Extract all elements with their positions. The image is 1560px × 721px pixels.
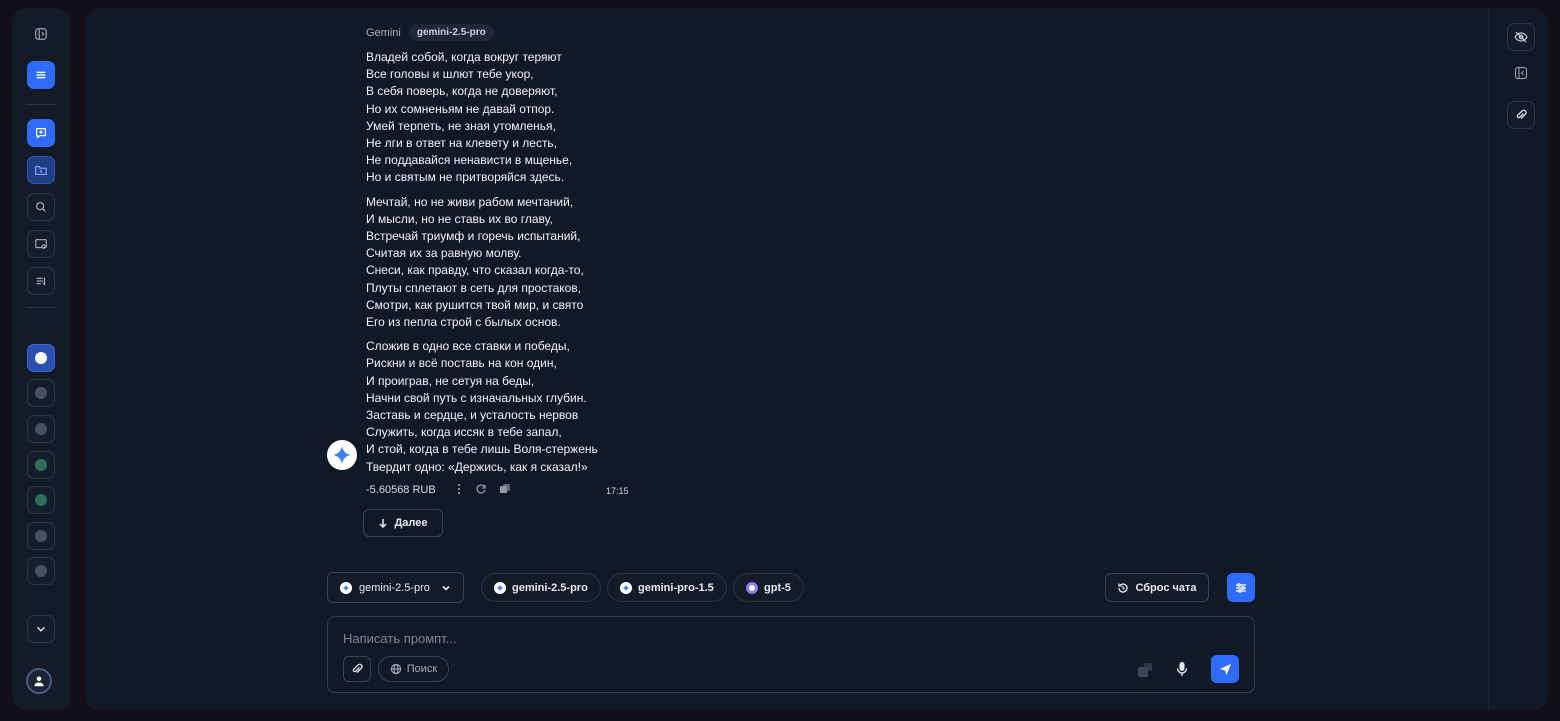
panel-toggle-icon[interactable]: [27, 20, 55, 48]
poem-line: Но их сомненьям не давай отпор.: [366, 101, 555, 116]
copy-icon[interactable]: [498, 482, 512, 496]
model-icon[interactable]: [27, 415, 55, 443]
reset-chat-label: Сброс чата: [1135, 581, 1197, 594]
model-icon[interactable]: [27, 522, 55, 550]
prompt-input[interactable]: [343, 629, 1043, 647]
poem-line: Служить, когда иссяк в тебе запал,: [366, 425, 562, 440]
poem-line: Мечтай, но не живи рабом мечтаний,: [366, 194, 574, 209]
image-chat-icon[interactable]: [27, 230, 55, 258]
model-chip-label: gemini-2.5-pro: [512, 581, 588, 594]
search-icon[interactable]: [27, 193, 55, 221]
poem-line: Но и святым не притворяйся здесь.: [366, 170, 565, 185]
stanza: Мечтай, но не живи рабом мечтаний, И мыс…: [366, 194, 786, 332]
model-chip[interactable]: gpt-5: [733, 573, 804, 602]
panel-collapse-icon[interactable]: [1507, 59, 1535, 87]
openai-icon[interactable]: [27, 486, 55, 514]
poem-line: Владей собой, когда вокруг теряют: [366, 50, 562, 64]
history-icon: [1118, 582, 1129, 593]
model-chip-label: gemini-pro-1.5: [638, 581, 714, 594]
poem-line: Смотри, как рушится твой мир, и свято: [366, 297, 584, 312]
right-toolbar: [1488, 8, 1548, 710]
web-search-label: Поиск: [406, 663, 438, 675]
poem-line: В себя поверь, когда не доверяют,: [366, 84, 558, 99]
poem-line: Начни свой путь с изначальных глубин.: [366, 390, 587, 405]
poem-line: Твердит одно: «Держись, как я сказал!»: [366, 459, 588, 474]
prompt-composer: Поиск: [327, 616, 1255, 693]
arrow-down-icon: [379, 519, 387, 528]
new-folder-icon[interactable]: [27, 156, 55, 184]
poem-line: И мысли, но не ставь их во главу,: [366, 211, 553, 226]
gemini-icon: [340, 581, 352, 594]
message-content: Владей собой, когда вокруг теряют Все го…: [366, 49, 786, 483]
paperclip-icon: [352, 663, 363, 674]
stanza: Сложив в одно все ставки и победы, Рискн…: [366, 338, 786, 476]
poem-line: Рискни и всё поставь на кон один,: [366, 356, 557, 371]
chat-panel: Gemini gemini-2.5-pro Владей собой, когд…: [85, 8, 1548, 710]
model-select[interactable]: gemini-2.5-pro: [327, 572, 464, 603]
message-cost: -5.60568 RUB: [366, 484, 436, 496]
message-meta: -5.60568 RUB 17:15: [366, 482, 636, 498]
divider: [26, 307, 56, 308]
message-header: Gemini gemini-2.5-pro: [366, 24, 494, 41]
regenerate-icon[interactable]: [474, 482, 488, 496]
poem-line: Не лги в ответ на клевету и лесть,: [366, 136, 558, 151]
gemini-icon: [494, 581, 506, 594]
poem-line: И проиграв, не сетуя на беды,: [366, 373, 535, 388]
sliders-icon: [1236, 582, 1246, 593]
chevron-down-icon: [442, 585, 450, 591]
model-chip[interactable]: gemini-2.5-pro: [481, 573, 601, 602]
openai-icon: [746, 581, 758, 594]
model-select-value: gemini-2.5-pro: [359, 581, 430, 594]
gemini-icon[interactable]: [27, 344, 55, 372]
next-button[interactable]: Далее: [363, 509, 443, 537]
message-time: 17:15: [606, 486, 629, 496]
model-icon[interactable]: [27, 379, 55, 407]
divider: [26, 104, 56, 105]
send-icon: [1219, 663, 1231, 675]
menu-icon[interactable]: [27, 61, 55, 89]
gemini-avatar-icon: [327, 440, 357, 470]
send-button[interactable]: [1211, 655, 1239, 683]
sender-name: Gemini: [366, 26, 401, 39]
model-chip[interactable]: gemini-pro-1.5: [607, 573, 727, 602]
model-badge: gemini-2.5-pro: [408, 24, 494, 41]
poem-line: Умей терпеть, не зная утомленья,: [366, 118, 556, 133]
globe-icon: [390, 663, 401, 675]
poem-line: Заставь и сердце, и усталость нервов: [366, 408, 579, 423]
prompts-icon[interactable]: [27, 267, 55, 295]
poem-line: Все головы и шлют тебе укор,: [366, 67, 534, 82]
next-button-label: Далее: [394, 517, 428, 529]
stanza: Владей собой, когда вокруг теряют Все го…: [366, 49, 786, 187]
poem-line: Снеси, как правду, что сказал когда-то,: [366, 263, 584, 278]
microphone-icon[interactable]: [1173, 660, 1191, 678]
new-chat-icon[interactable]: [27, 119, 55, 147]
gemini-icon: [620, 581, 632, 594]
avatar[interactable]: [26, 668, 52, 694]
image-gen-icon[interactable]: [1136, 661, 1154, 679]
web-search-toggle[interactable]: Поиск: [378, 656, 449, 682]
poem-line: Его из пепла строй с былых основ.: [366, 315, 561, 330]
left-rail: [12, 8, 70, 710]
poem-line: Встречай триумф и горечь испытаний,: [366, 229, 581, 244]
attach-button[interactable]: [343, 656, 371, 682]
poem-line: И стой, когда в тебе лишь Воля-стержень: [366, 442, 598, 457]
poem-line: Не поддавайся ненависти в мщенье,: [366, 153, 573, 168]
openai-icon[interactable]: [27, 451, 55, 479]
model-icon[interactable]: [27, 557, 55, 585]
reset-chat-button[interactable]: Сброс чата: [1105, 573, 1209, 602]
model-chip-label: gpt-5: [764, 581, 791, 594]
chevron-down-icon[interactable]: [27, 615, 55, 643]
paperclip-icon[interactable]: [1507, 101, 1535, 129]
eye-off-icon[interactable]: [1507, 23, 1535, 51]
more-vertical-icon[interactable]: [452, 482, 466, 496]
poem-line: Плуты сплетают в сеть для простаков,: [366, 280, 582, 295]
settings-sliders-button[interactable]: [1227, 573, 1255, 602]
poem-line: Сложив в одно все ставки и победы,: [366, 339, 570, 354]
poem-line: Считая их за равную молву.: [366, 246, 522, 261]
